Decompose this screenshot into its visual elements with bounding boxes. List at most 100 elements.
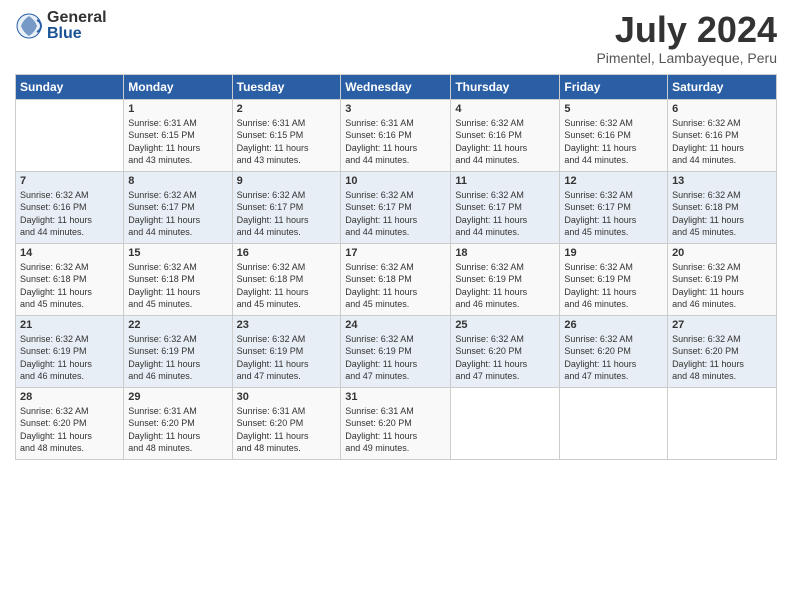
logo-text: General Blue [47,10,107,42]
week-row-4: 21Sunrise: 6:32 AM Sunset: 6:19 PM Dayli… [16,315,777,387]
week-row-1: 1Sunrise: 6:31 AM Sunset: 6:15 PM Daylig… [16,99,777,171]
day-cell: 31Sunrise: 6:31 AM Sunset: 6:20 PM Dayli… [341,387,451,459]
header-cell-thursday: Thursday [451,74,560,99]
week-row-2: 7Sunrise: 6:32 AM Sunset: 6:16 PM Daylig… [16,171,777,243]
header: General Blue July 2024 Pimentel, Lambaye… [15,10,777,66]
day-cell: 16 Sunrise: 6:32 AM Sunset: 6:18 PM Dayli… [232,243,341,315]
day-info: Sunrise: 6:32 AM Sunset: 6:19 PM Dayligh… [237,333,337,383]
day-number: 27 [672,319,772,331]
day-number: 8 [128,175,227,187]
day-cell [560,387,668,459]
day-info: Sunrise: 6:32 AM Sunset: 6:18 PM Dayligh… [20,261,119,311]
day-info: Sunrise: 6:32 AM Sunset: 6:20 PM Dayligh… [672,333,772,383]
day-cell: 12Sunrise: 6:32 AM Sunset: 6:17 PM Dayli… [560,171,668,243]
day-cell: 6 Sunrise: 6:32 AM Sunset: 6:16 PM Daylig… [668,99,777,171]
day-cell: 1Sunrise: 6:31 AM Sunset: 6:15 PM Daylig… [124,99,232,171]
day-info: Sunrise: 6:32 AM Sunset: 6:20 PM Dayligh… [564,333,663,383]
day-cell: 2Sunrise: 6:31 AM Sunset: 6:15 PM Daylig… [232,99,341,171]
day-info: Sunrise: 6:32 AM Sunset: 6:18 PM Dayligh… [128,261,227,311]
day-number: 11 [455,175,555,187]
day-info: Sunrise: 6:32 AM Sunset: 6:19 PM Dayligh… [455,261,555,311]
location: Pimentel, Lambayeque, Peru [596,50,777,66]
day-cell [16,99,124,171]
day-info: Sunrise: 6:32 AM Sunset: 6:16 PM Dayligh… [455,117,555,167]
header-cell-sunday: Sunday [16,74,124,99]
day-cell: 19 Sunrise: 6:32 AM Sunset: 6:19 PM Dayli… [560,243,668,315]
header-cell-tuesday: Tuesday [232,74,341,99]
day-info: Sunrise: 6:32 AM Sunset: 6:17 PM Dayligh… [564,189,663,239]
day-info: Sunrise: 6:32 AM Sunset: 6:18 PM Dayligh… [345,261,446,311]
day-number: 30 [237,391,337,403]
day-info: Sunrise: 6:32 AM Sunset: 6:17 PM Dayligh… [345,189,446,239]
day-cell: 27 Sunrise: 6:32 AM Sunset: 6:20 PM Dayli… [668,315,777,387]
day-info: Sunrise: 6:32 AM Sunset: 6:20 PM Dayligh… [455,333,555,383]
day-cell: 4 Sunrise: 6:32 AM Sunset: 6:16 PM Daylig… [451,99,560,171]
day-info: Sunrise: 6:32 AM Sunset: 6:16 PM Dayligh… [672,117,772,167]
day-number: 24 [345,319,446,331]
day-number: 16 [237,247,337,259]
day-number: 5 [564,103,663,115]
day-info: Sunrise: 6:32 AM Sunset: 6:19 PM Dayligh… [672,261,772,311]
day-cell: 13 Sunrise: 6:32 AM Sunset: 6:18 PM Dayli… [668,171,777,243]
day-cell: 22 Sunrise: 6:32 AM Sunset: 6:19 PM Dayli… [124,315,232,387]
day-cell: 5 Sunrise: 6:32 AM Sunset: 6:16 PM Daylig… [560,99,668,171]
day-cell: 11 Sunrise: 6:32 AM Sunset: 6:17 PM Dayli… [451,171,560,243]
week-row-5: 28 Sunrise: 6:32 AM Sunset: 6:20 PM Dayli… [16,387,777,459]
day-number: 13 [672,175,772,187]
day-number: 23 [237,319,337,331]
day-cell: 30 Sunrise: 6:31 AM Sunset: 6:20 PM Dayli… [232,387,341,459]
day-cell: 21Sunrise: 6:32 AM Sunset: 6:19 PM Dayli… [16,315,124,387]
header-cell-friday: Friday [560,74,668,99]
day-number: 4 [455,103,555,115]
day-cell: 15Sunrise: 6:32 AM Sunset: 6:18 PM Dayli… [124,243,232,315]
day-number: 26 [564,319,663,331]
header-cell-saturday: Saturday [668,74,777,99]
day-info: Sunrise: 6:32 AM Sunset: 6:19 PM Dayligh… [128,333,227,383]
day-cell: 20 Sunrise: 6:32 AM Sunset: 6:19 PM Dayli… [668,243,777,315]
logo: General Blue [15,10,107,42]
day-number: 17 [345,247,446,259]
day-number: 9 [237,175,337,187]
header-row: SundayMondayTuesdayWednesdayThursdayFrid… [16,74,777,99]
day-number: 18 [455,247,555,259]
day-cell: 24 Sunrise: 6:32 AM Sunset: 6:19 PM Dayli… [341,315,451,387]
day-info: Sunrise: 6:31 AM Sunset: 6:20 PM Dayligh… [237,405,337,455]
day-info: Sunrise: 6:31 AM Sunset: 6:15 PM Dayligh… [237,117,337,167]
day-info: Sunrise: 6:32 AM Sunset: 6:19 PM Dayligh… [345,333,446,383]
day-cell: 18 Sunrise: 6:32 AM Sunset: 6:19 PM Dayli… [451,243,560,315]
day-number: 31 [345,391,446,403]
day-number: 22 [128,319,227,331]
day-info: Sunrise: 6:32 AM Sunset: 6:18 PM Dayligh… [237,261,337,311]
day-number: 7 [20,175,119,187]
header-cell-monday: Monday [124,74,232,99]
day-number: 25 [455,319,555,331]
day-cell: 10Sunrise: 6:32 AM Sunset: 6:17 PM Dayli… [341,171,451,243]
month-title: July 2024 [596,10,777,50]
day-number: 29 [128,391,227,403]
day-number: 3 [345,103,446,115]
day-info: Sunrise: 6:32 AM Sunset: 6:19 PM Dayligh… [564,261,663,311]
day-number: 6 [672,103,772,115]
day-info: Sunrise: 6:32 AM Sunset: 6:18 PM Dayligh… [672,189,772,239]
day-number: 19 [564,247,663,259]
logo-blue-text: Blue [47,26,107,42]
day-number: 14 [20,247,119,259]
day-info: Sunrise: 6:32 AM Sunset: 6:17 PM Dayligh… [455,189,555,239]
day-cell: 26 Sunrise: 6:32 AM Sunset: 6:20 PM Dayli… [560,315,668,387]
day-number: 20 [672,247,772,259]
day-info: Sunrise: 6:31 AM Sunset: 6:20 PM Dayligh… [128,405,227,455]
day-cell: 23 Sunrise: 6:32 AM Sunset: 6:19 PM Dayli… [232,315,341,387]
page: General Blue July 2024 Pimentel, Lambaye… [0,0,792,612]
day-cell: 7Sunrise: 6:32 AM Sunset: 6:16 PM Daylig… [16,171,124,243]
day-cell: 9Sunrise: 6:32 AM Sunset: 6:17 PM Daylig… [232,171,341,243]
day-cell: 28 Sunrise: 6:32 AM Sunset: 6:20 PM Dayli… [16,387,124,459]
day-info: Sunrise: 6:31 AM Sunset: 6:15 PM Dayligh… [128,117,227,167]
day-info: Sunrise: 6:32 AM Sunset: 6:20 PM Dayligh… [20,405,119,455]
header-cell-wednesday: Wednesday [341,74,451,99]
day-info: Sunrise: 6:32 AM Sunset: 6:17 PM Dayligh… [128,189,227,239]
day-number: 28 [20,391,119,403]
day-info: Sunrise: 6:32 AM Sunset: 6:16 PM Dayligh… [564,117,663,167]
calendar-table: SundayMondayTuesdayWednesdayThursdayFrid… [15,74,777,460]
week-row-3: 14 Sunrise: 6:32 AM Sunset: 6:18 PM Dayli… [16,243,777,315]
logo-general-text: General [47,10,107,26]
